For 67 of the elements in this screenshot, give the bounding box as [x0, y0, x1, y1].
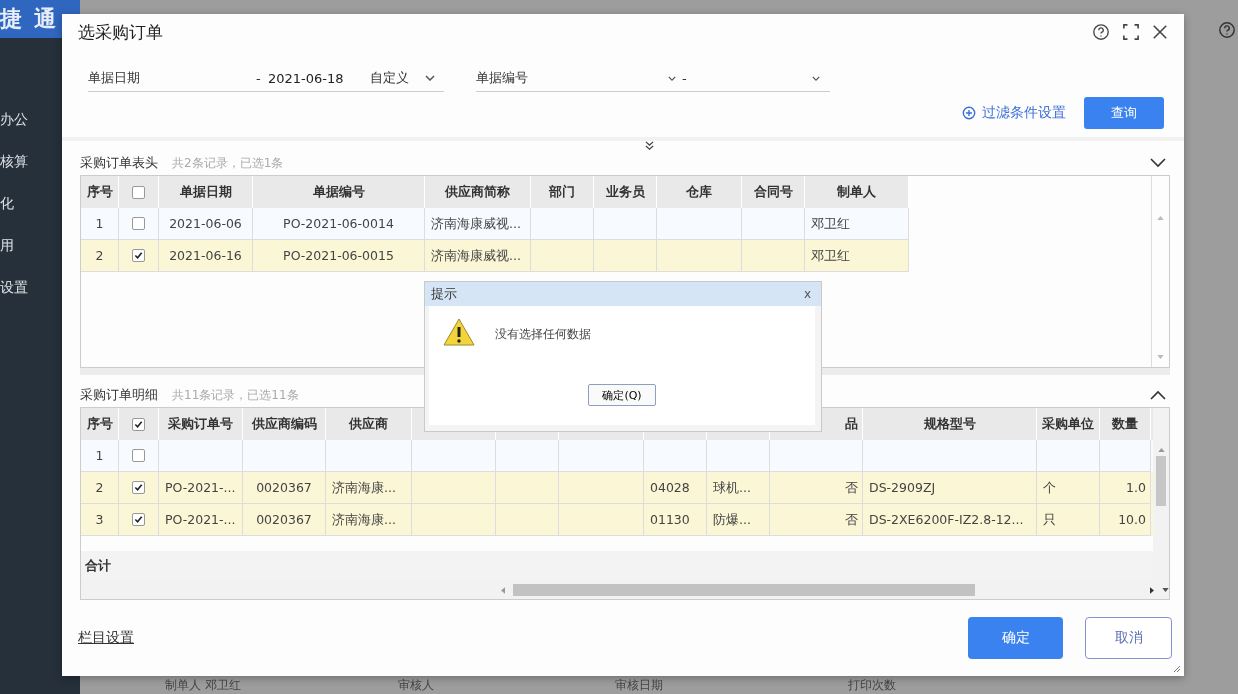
- section-title: 采购订单表头: [80, 154, 158, 172]
- checkbox[interactable]: [132, 185, 145, 199]
- table-cell: 2: [81, 240, 119, 272]
- scroll-right-icon[interactable]: [1150, 586, 1154, 594]
- help-icon[interactable]: [1092, 23, 1110, 41]
- table-cell: 济南海康威视...: [425, 240, 531, 272]
- close-button[interactable]: x: [803, 287, 811, 301]
- warning-icon: [443, 318, 475, 346]
- scroll-down-icon[interactable]: [1162, 588, 1169, 592]
- table-row[interactable]: 1: [81, 440, 1153, 472]
- help-icon[interactable]: [1218, 21, 1236, 39]
- chevron-down-icon[interactable]: [425, 75, 435, 81]
- filter-settings-link[interactable]: 过滤条件设置: [962, 104, 1066, 122]
- table-cell: 邓卫红: [805, 240, 909, 272]
- record-count: 共11条记录，已选11条: [172, 386, 299, 404]
- checkbox[interactable]: [132, 513, 145, 526]
- table-cell: 只: [1037, 504, 1100, 536]
- chevron-down-icon[interactable]: [668, 75, 676, 81]
- double-chevron-down-icon[interactable]: [644, 141, 654, 150]
- maximize-icon[interactable]: [1123, 24, 1139, 40]
- table-cell: 01130: [644, 504, 707, 536]
- confirm-button[interactable]: 确定: [968, 617, 1063, 659]
- checkbox[interactable]: [132, 449, 145, 462]
- cancel-button[interactable]: 取消: [1085, 617, 1172, 659]
- alert-message: 没有选择任何数据: [495, 326, 591, 343]
- table-row[interactable]: 2 2021-06-16 PO-2021-06-0015 济南海康威视... 邓卫红: [81, 240, 909, 272]
- checkbox[interactable]: [132, 481, 145, 494]
- table-cell: 3: [81, 504, 119, 536]
- record-count: 共2条记录，已选1条: [172, 154, 284, 172]
- resize-grip-icon[interactable]: [1173, 665, 1181, 673]
- dialog-title: 选采购订单: [78, 20, 163, 44]
- table-cell: PO-2021-...: [159, 504, 243, 536]
- chevron-down-icon[interactable]: [1150, 158, 1166, 168]
- checkbox[interactable]: [132, 249, 145, 262]
- table-cell: PO-2021-06-0015: [253, 240, 425, 272]
- table-row[interactable]: 2 PO-2021-... 0020367 济南海康... 04028 球机... 否 DS-2909ZJ 个 1.0: [81, 472, 1153, 504]
- chevron-down-icon[interactable]: [812, 75, 820, 81]
- scrollbar-thumb[interactable]: [1156, 456, 1166, 506]
- table-cell: DS-2XE6200F-IZ2.8-12...: [863, 504, 1037, 536]
- checkbox[interactable]: [132, 417, 145, 431]
- table-row[interactable]: 3 PO-2021-... 0020367 济南海康... 01130 防爆... 否 DS-2XE6200F-IZ2.8-12... 只 10.0: [81, 504, 1153, 536]
- plus-circle-icon: [962, 106, 976, 120]
- form-label: 打印次数: [848, 676, 896, 694]
- filter-field[interactable]: 单据编号 -: [476, 65, 830, 92]
- scroll-left-icon[interactable]: [501, 586, 505, 594]
- total-label: 合计: [85, 557, 111, 575]
- table-cell: 防爆...: [707, 504, 770, 536]
- close-icon[interactable]: [1152, 24, 1168, 40]
- form-label: 制单人 邓卫红: [165, 676, 242, 694]
- checkbox[interactable]: [132, 217, 145, 230]
- table-cell: 济南海康...: [326, 504, 412, 536]
- table-row[interactable]: 1 2021-06-06 PO-2021-06-0014 济南海康威视... 邓卫红: [81, 208, 909, 240]
- alert-title: 提示: [431, 285, 457, 303]
- form-label: 审核日期: [615, 676, 664, 694]
- ok-button[interactable]: 确定(Q): [588, 384, 656, 406]
- column-settings-link[interactable]: 栏目设置: [78, 629, 134, 647]
- table-cell: 2021-06-16: [159, 240, 253, 272]
- scroll-up-icon[interactable]: [1157, 448, 1165, 452]
- chevron-up-icon[interactable]: [1150, 390, 1166, 400]
- table-cell: 0020367: [243, 504, 326, 536]
- table-cell: 否: [770, 504, 863, 536]
- form-label: 审核人: [398, 676, 435, 694]
- filter-field[interactable]: 单据日期 - 2021-06-18 自定义: [88, 65, 444, 92]
- scrollbar-thumb[interactable]: [513, 584, 975, 596]
- query-button[interactable]: 查询: [1084, 97, 1164, 129]
- table-cell: 10.0: [1100, 504, 1151, 536]
- section-title: 采购订单明细: [80, 386, 158, 404]
